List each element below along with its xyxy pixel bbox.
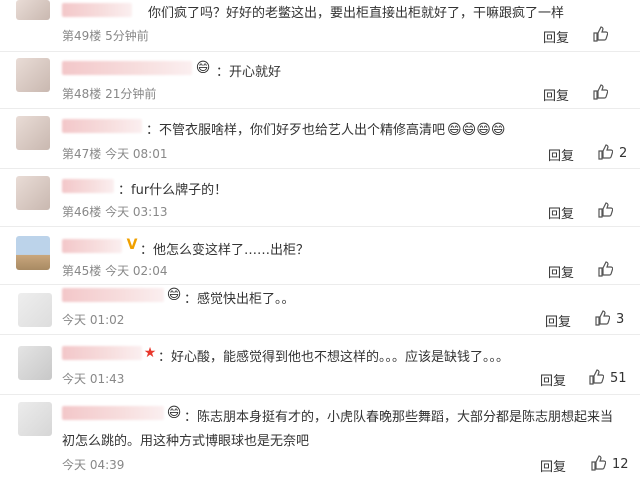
thumbs-up-icon — [591, 455, 606, 471]
username[interactable] — [62, 288, 164, 302]
emoji-badge-icon: 😄 — [166, 405, 182, 421]
comment-meta: 第48楼 21分钟前 — [62, 87, 157, 101]
like-button[interactable]: 51 — [588, 369, 627, 386]
divider — [0, 334, 640, 335]
verified-v-icon: V — [126, 237, 138, 253]
like-button[interactable] — [597, 202, 619, 219]
like-button[interactable] — [592, 84, 614, 101]
comment-meta: 今天 04:39 — [62, 458, 125, 472]
comment-text: 你们疯了吗？好好的老鳖这出，要出柜直接出柜就好了，干嘛跟疯了一样 — [148, 6, 565, 21]
like-button[interactable] — [592, 26, 614, 43]
username[interactable] — [62, 179, 114, 193]
like-button[interactable]: 2 — [597, 144, 627, 161]
thumbs-up-icon — [598, 261, 613, 277]
thumbs-up-icon — [598, 202, 613, 218]
comment-text: ：不管衣服啥样，你们好歹也给艺人出个精修高清吧 😄😄😄😄 — [146, 122, 506, 138]
username[interactable] — [62, 3, 132, 17]
comment-text: ：好心酸，能感觉得到他也不想这样的。。。应该是缺钱了。。。 — [158, 350, 510, 365]
comment-meta: 第49楼 5分钟前 — [62, 29, 149, 43]
thumbs-up-icon — [598, 144, 613, 160]
reply-button[interactable]: 回复 — [548, 262, 574, 281]
reply-button[interactable]: 回复 — [540, 456, 566, 475]
comment-text-continued: 初怎么跳的。用这种方式博眼球也是无奈吧 — [62, 434, 310, 449]
star-badge-icon: ★ — [143, 345, 157, 361]
comment-meta: 第46楼 今天 03:13 — [62, 205, 168, 219]
reply-button[interactable]: 回复 — [545, 311, 571, 330]
comment-text: ：陈志朋本身挺有才的，小虎队春晚那些舞蹈，大部分都是陈志朋想起来当 — [184, 410, 614, 425]
username[interactable] — [62, 406, 164, 420]
comment-meta: 今天 01:02 — [62, 313, 125, 327]
emoji-badge-icon: 😄 — [166, 287, 182, 303]
avatar[interactable] — [18, 346, 52, 380]
divider — [0, 51, 640, 52]
divider — [0, 394, 640, 395]
comment-meta: 第47楼 今天 08:01 — [62, 147, 168, 161]
username[interactable] — [62, 119, 142, 133]
like-count: 12 — [612, 457, 629, 472]
like-button[interactable]: 12 — [590, 455, 629, 472]
comment-text: ：fur什么牌子的！ — [118, 183, 228, 198]
thumbs-up-icon — [595, 310, 610, 326]
username[interactable] — [62, 346, 142, 360]
emoji-sequence: 😄😄😄😄 — [447, 122, 506, 138]
like-button[interactable]: 3 — [594, 310, 624, 327]
avatar[interactable] — [16, 236, 50, 270]
reply-button[interactable]: 回复 — [548, 145, 574, 164]
reply-button[interactable]: 回复 — [543, 27, 569, 46]
thumbs-up-icon — [589, 369, 604, 385]
avatar[interactable] — [18, 293, 52, 327]
avatar[interactable] — [18, 402, 52, 436]
comment-meta: 今天 01:43 — [62, 372, 125, 386]
reply-button[interactable]: 回复 — [540, 370, 566, 389]
divider — [0, 284, 640, 285]
username[interactable] — [62, 61, 192, 75]
emoji-badge-icon: 😄 — [195, 60, 211, 76]
comment-meta: 第45楼 今天 02:04 — [62, 264, 168, 278]
thumbs-up-icon — [593, 26, 608, 42]
reply-button[interactable]: 回复 — [548, 203, 574, 222]
divider — [0, 168, 640, 169]
divider — [0, 108, 640, 109]
like-count: 3 — [616, 312, 625, 327]
avatar[interactable] — [16, 176, 50, 210]
avatar[interactable] — [16, 58, 50, 92]
like-count: 2 — [619, 146, 628, 161]
username[interactable] — [62, 239, 122, 253]
comment-text: ：感觉快出柜了。。 — [184, 292, 295, 307]
like-count: 51 — [610, 371, 627, 386]
divider — [0, 226, 640, 227]
comment-text: ：他怎么变这样了……出柜？ — [140, 243, 310, 258]
reply-button[interactable]: 回复 — [543, 85, 569, 104]
like-button[interactable] — [597, 261, 619, 278]
avatar[interactable] — [16, 0, 50, 20]
comment-text: ：开心就好 — [216, 65, 282, 80]
thumbs-up-icon — [593, 84, 608, 100]
avatar[interactable] — [16, 116, 50, 150]
